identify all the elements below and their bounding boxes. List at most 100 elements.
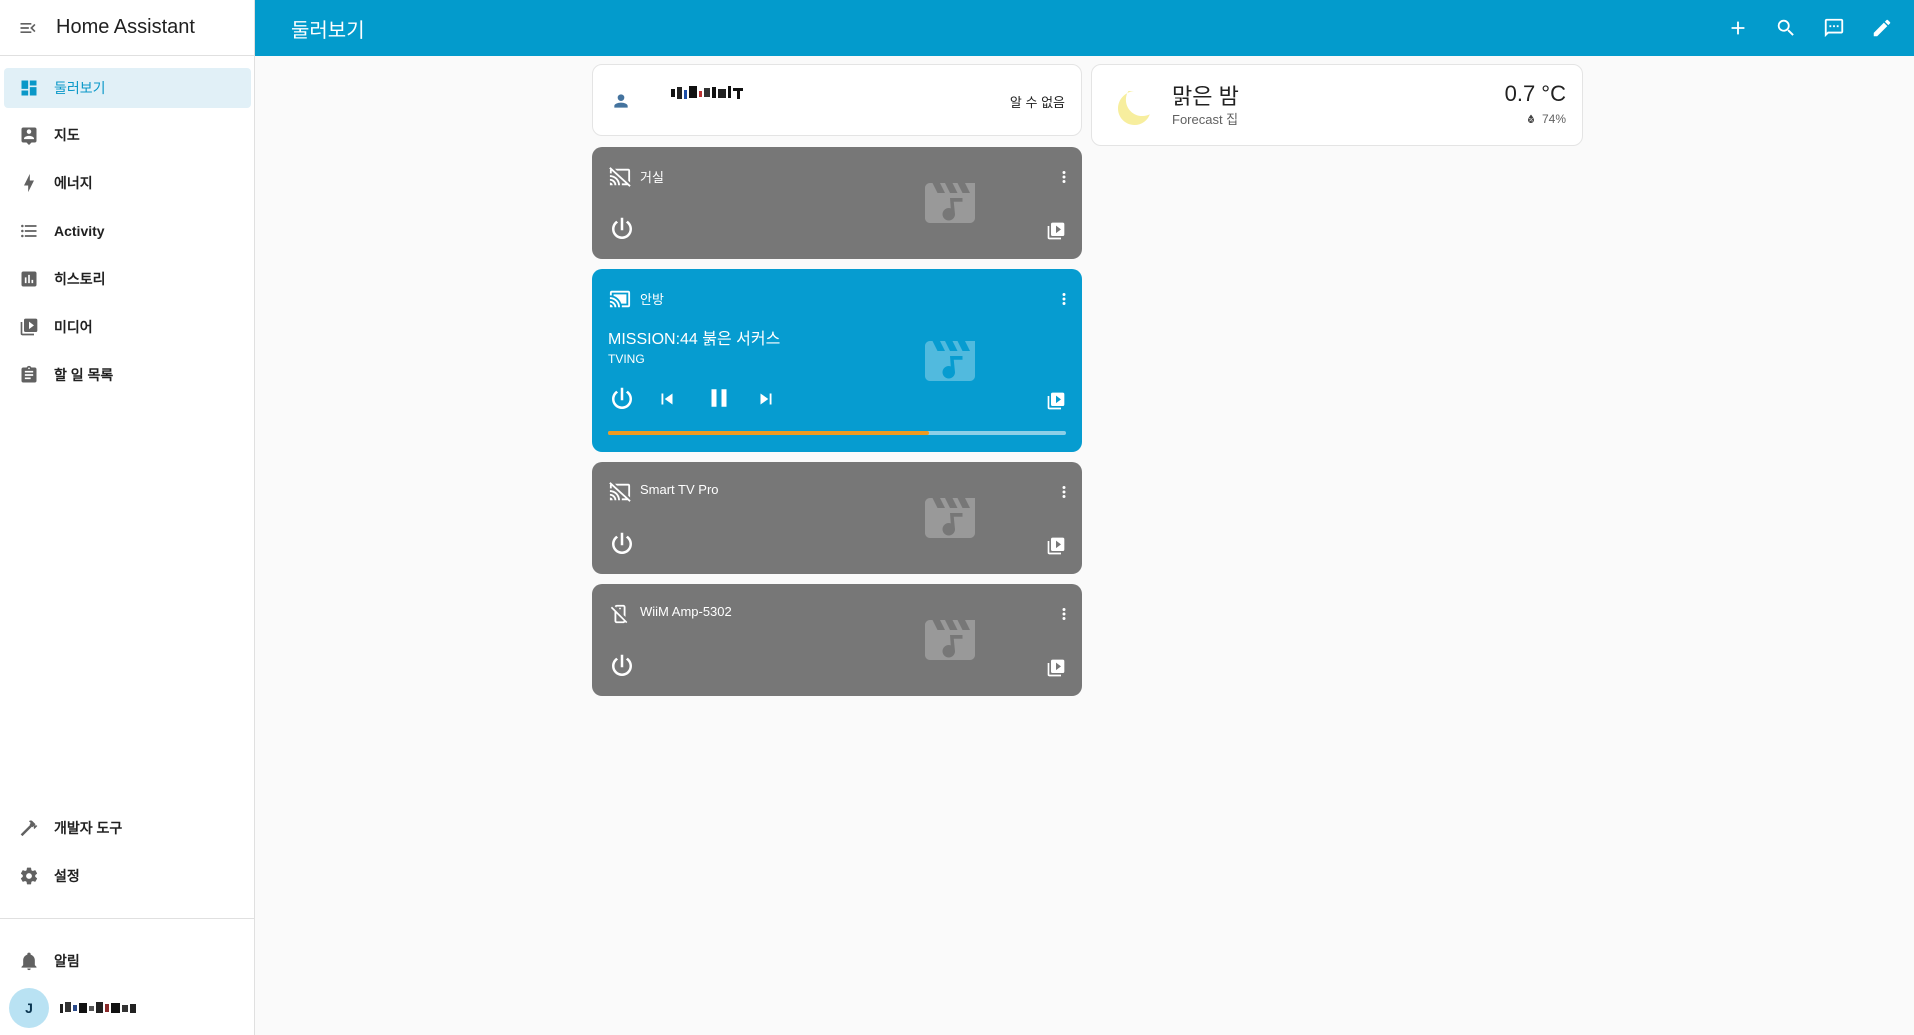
sidebar-item-label: 설정 [54, 868, 80, 884]
media-player-name: 안방 [640, 292, 664, 307]
more-options-button[interactable] [1054, 602, 1074, 626]
sidebar-divider [0, 918, 254, 919]
edit-dashboard-button[interactable] [1858, 4, 1906, 52]
media-player-card-master-bedroom[interactable]: 안방 MISSION:44 붉은 서커스 TVING [592, 269, 1082, 452]
sidebar-item-label: Activity [54, 223, 105, 239]
dots-vertical-icon [1062, 486, 1066, 498]
sidebar-item-user-profile[interactable]: J [4, 988, 251, 1028]
cast-off-icon [608, 480, 632, 504]
sidebar-item-settings[interactable]: 설정 [4, 856, 251, 896]
media-player-name: WiiM Amp-5302 [640, 604, 732, 619]
media-progress-fill [608, 431, 929, 435]
power-button[interactable] [606, 650, 638, 682]
account-icon [609, 89, 633, 113]
more-options-button[interactable] [1054, 480, 1074, 504]
cast-off-icon [608, 165, 632, 189]
more-options-button[interactable] [1054, 287, 1074, 311]
media-player-card-smart-tv-pro[interactable]: Smart TV Pro [592, 462, 1082, 574]
weather-humidity: 74% [1525, 112, 1566, 126]
media-player-card-living-room[interactable]: 거실 [592, 147, 1082, 259]
power-icon [612, 654, 632, 676]
media-player-card-wiim-amp[interactable]: WiiM Amp-5302 [592, 584, 1082, 696]
sidebar-item-energy[interactable]: 에너지 [4, 163, 251, 203]
app-title: Home Assistant [56, 16, 195, 38]
sidebar-item-label: 히스토리 [54, 271, 106, 287]
sidebar-item-activity[interactable]: Activity [4, 211, 251, 251]
movie-music-placeholder-icon [918, 173, 982, 233]
play-box-multiple-icon [4, 317, 52, 337]
menu-open-icon [20, 22, 36, 33]
browse-media-button[interactable] [1042, 387, 1070, 415]
power-icon [612, 217, 632, 239]
power-button[interactable] [606, 528, 638, 560]
person-entity-card[interactable]: 알 수 없음 [592, 64, 1082, 136]
weather-card[interactable]: 맑은 밤 Forecast 집 0.7 °C 74% [1091, 64, 1583, 146]
cast-connected-icon [608, 287, 632, 311]
power-button[interactable] [606, 383, 638, 415]
weather-condition: 맑은 밤 [1172, 84, 1239, 109]
sidebar-item-label: 할 일 목록 [54, 367, 114, 383]
top-app-bar: 둘러보기 [255, 0, 1914, 56]
sidebar-item-label: 둘러보기 [54, 80, 106, 96]
dots-vertical-icon [1062, 293, 1066, 305]
hammer-icon [4, 818, 52, 838]
sidebar-item-label: 에너지 [54, 175, 93, 191]
toolbar-actions [1714, 0, 1914, 56]
pause-icon [711, 389, 727, 407]
skip-next-icon [760, 393, 772, 405]
dots-vertical-icon [1062, 171, 1066, 183]
sidebar-item-developer-tools[interactable]: 개발자 도구 [4, 808, 251, 848]
sidebar: Home Assistant 둘러보기 지도 에너지 Activity 히스토리… [0, 0, 255, 1035]
sidebar-item-label: 미디어 [54, 319, 93, 335]
sidebar-item-label: 알림 [54, 953, 80, 969]
media-artist: TVING [608, 352, 645, 366]
browse-media-button[interactable] [1042, 654, 1070, 682]
more-options-button[interactable] [1054, 165, 1074, 189]
sidebar-item-overview[interactable]: 둘러보기 [4, 68, 251, 108]
sidebar-item-notifications[interactable]: 알림 [4, 941, 251, 981]
assist-icon [1824, 18, 1844, 38]
play-box-multiple-icon [1047, 659, 1065, 677]
sidebar-header: Home Assistant [0, 0, 254, 56]
sidebar-item-map[interactable]: 지도 [4, 115, 251, 155]
person-state: 알 수 없음 [1009, 95, 1065, 110]
skip-previous-icon [661, 393, 673, 405]
list-icon [4, 221, 52, 241]
person-name-redacted [671, 85, 747, 101]
movie-music-placeholder-icon [918, 610, 982, 670]
speaker-off-icon [608, 602, 632, 626]
plus-icon [1731, 21, 1745, 35]
browse-media-button[interactable] [1042, 217, 1070, 245]
menu-toggle-button[interactable] [0, 0, 56, 56]
assist-button[interactable] [1810, 4, 1858, 52]
map-icon [4, 125, 52, 145]
add-button[interactable] [1714, 4, 1762, 52]
next-track-button[interactable] [754, 387, 778, 411]
sidebar-item-media[interactable]: 미디어 [4, 307, 251, 347]
pause-button[interactable] [704, 383, 734, 413]
sidebar-item-history[interactable]: 히스토리 [4, 259, 251, 299]
chart-box-icon [4, 269, 52, 289]
page-title: 둘러보기 [291, 19, 365, 42]
dots-vertical-icon [1062, 608, 1066, 620]
power-button[interactable] [606, 213, 638, 245]
play-box-multiple-icon [1047, 537, 1065, 555]
media-player-name: 거실 [640, 170, 664, 185]
movie-music-placeholder-icon [918, 488, 982, 548]
play-box-multiple-icon [1047, 392, 1065, 410]
browse-media-button[interactable] [1042, 532, 1070, 560]
power-icon [612, 387, 632, 409]
search-button[interactable] [1762, 4, 1810, 52]
bell-icon [4, 951, 52, 971]
power-icon [612, 532, 632, 554]
weather-temperature: 0.7 °C [1504, 81, 1566, 106]
previous-track-button[interactable] [655, 387, 679, 411]
clipboard-list-icon [4, 365, 52, 385]
play-box-multiple-icon [1047, 222, 1065, 240]
media-player-name: Smart TV Pro [640, 482, 719, 497]
sidebar-item-todo[interactable]: 할 일 목록 [4, 355, 251, 395]
media-progress-bar[interactable] [608, 431, 1066, 435]
sidebar-item-label: 개발자 도구 [54, 820, 123, 836]
moon-icon [1110, 85, 1154, 129]
cog-icon [4, 866, 52, 886]
